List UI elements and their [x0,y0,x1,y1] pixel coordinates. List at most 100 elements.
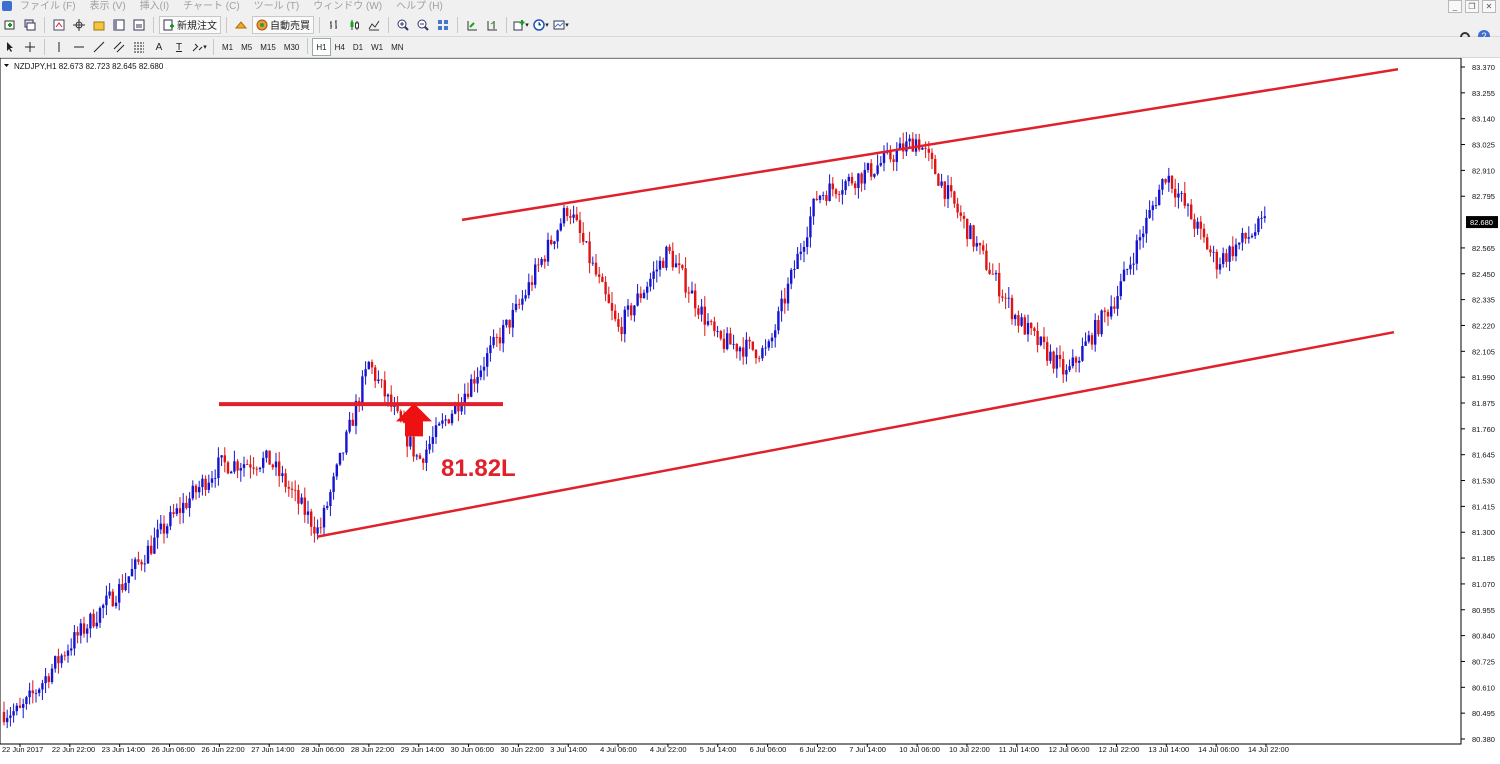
zoom-in-button[interactable] [394,16,412,34]
candle-body [684,268,687,293]
terminal-button[interactable] [110,16,128,34]
candle-body [1058,354,1062,360]
menu-item[interactable]: 挿入(I) [140,0,169,13]
candle-body [642,292,646,299]
candle-body [281,473,284,477]
candle-body [143,563,146,565]
price-tick-label: 81.530 [1472,477,1495,486]
time-tick-label: 7 Jul 14:00 [849,745,886,754]
candle-body [950,185,953,192]
candle-body [1199,221,1202,229]
crosshair-nav-icon [73,18,85,31]
text-label-button[interactable]: T [170,38,188,56]
candle-body [396,405,399,412]
menu-item[interactable]: チャート (C) [183,0,240,13]
timeframe-m1-button[interactable]: M1 [218,38,237,56]
new-chart-button[interactable] [1,16,19,34]
time-tick-label: 6 Jul 22:00 [799,745,836,754]
periods-button[interactable]: ▾ [532,16,550,34]
timeframe-mn-button[interactable]: MN [387,38,407,56]
metaeditor-button[interactable] [232,16,250,34]
candle-body [799,251,802,254]
timeframe-h4-button[interactable]: H4 [331,38,349,56]
crosshair-button[interactable] [21,38,39,56]
candlestick-button[interactable] [345,16,363,34]
arrows-button[interactable]: ▾ [190,38,208,56]
price-chart[interactable]: 83.370 83.255 83.140 83.025 82.910 82.795 82.5… [0,57,1500,759]
candle-body [722,338,726,349]
candle-body [316,527,319,534]
candle-body [156,529,159,538]
candle-body [22,703,25,708]
indicators-button[interactable]: ▾ [512,16,530,34]
candle-body [786,283,790,304]
candle-body [1062,359,1065,375]
candle-body [764,347,767,349]
restore-icon[interactable]: ❐ [1465,0,1479,13]
text-button[interactable]: A [150,38,168,56]
candle-body [998,272,1001,297]
candle-body [1183,193,1186,206]
chart-window[interactable]: 83.370 83.255 83.140 83.025 82.910 82.795 82.5… [0,57,1500,759]
new-order-icon [163,19,174,30]
chart-shift-button[interactable] [483,16,501,34]
bar-chart-button[interactable] [325,16,343,34]
candle-body [28,690,31,698]
vertical-line-button[interactable] [50,38,68,56]
candle-body [82,623,86,634]
timeframe-w1-button[interactable]: W1 [367,38,387,56]
candle-body [470,379,473,397]
equidistant-channel-button[interactable] [110,38,128,56]
candle-body [985,250,988,270]
menu-item[interactable]: ヘルプ (H) [396,0,443,13]
timeframe-d1-button[interactable]: D1 [349,38,367,56]
templates-button[interactable]: ▾ [552,16,570,34]
data-window-button[interactable] [70,16,88,34]
candle-body [655,269,658,272]
candle-body [70,648,73,651]
time-tick-label: 28 Jun 06:00 [301,745,344,754]
market-watch-button[interactable] [50,16,68,34]
menu-item[interactable]: ファイル (F) [20,0,76,13]
auto-trade-button[interactable]: 自動売買 [252,15,314,34]
candle-body [130,568,134,577]
menu-item[interactable]: 表示 (V) [90,0,126,13]
zoom-out-button[interactable] [414,16,432,34]
close-icon[interactable]: ✕ [1482,0,1496,13]
navigator-button[interactable] [90,16,108,34]
menu-item[interactable]: ウィンドウ (W) [313,0,382,13]
timeframe-m30-button[interactable]: M30 [280,38,304,56]
new-order-button[interactable]: 新規注文 [159,15,221,34]
candle-body [114,602,118,607]
candle-body [1206,237,1209,250]
profiles-button[interactable] [21,16,39,34]
timeframe-h1-button[interactable]: H1 [312,38,331,56]
menu-item[interactable]: ツール (T) [254,0,300,13]
candle-body [18,705,22,708]
candle-body [540,258,543,265]
candle-body [1046,342,1049,361]
candle-body [962,215,966,219]
horizontal-line-button[interactable] [70,38,88,56]
candle-body [652,271,655,279]
candle-body [815,198,818,200]
candle-body [562,208,566,224]
strategy-tester-button[interactable] [130,16,148,34]
price-tick-label: 82.220 [1472,321,1495,330]
candle-body [210,478,214,483]
candle-body [1084,341,1087,346]
timeframe-m5-button[interactable]: M5 [237,38,256,56]
candle-body [274,461,278,468]
trendline-button[interactable] [90,38,108,56]
cursor-button[interactable] [1,38,19,56]
minimize-icon[interactable]: _ [1448,0,1462,13]
tile-windows-button[interactable] [434,16,452,34]
candle-body [988,269,991,274]
fibonacci-button[interactable] [130,38,148,56]
auto-scroll-button[interactable] [463,16,481,34]
timeframe-m15-button[interactable]: M15 [256,38,280,56]
candle-body [9,715,12,718]
candle-body [633,305,636,316]
candle-body [1004,297,1007,299]
line-chart-button[interactable] [365,16,383,34]
